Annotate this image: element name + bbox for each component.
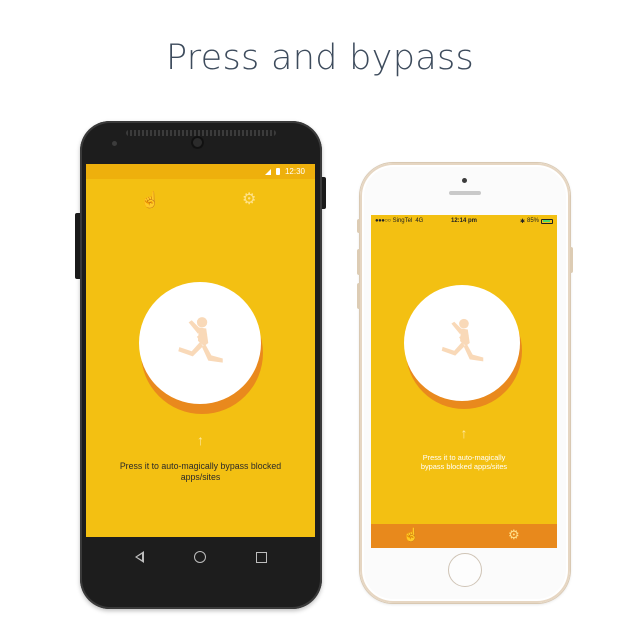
signal-icon [264, 168, 271, 175]
earpiece-speaker [449, 191, 481, 195]
gear-icon[interactable]: ⚙ [242, 189, 256, 209]
jumping-person-icon [441, 318, 484, 362]
gear-icon[interactable]: ⚙ [508, 527, 520, 543]
up-arrow-icon: ↑ [197, 432, 204, 448]
android-phone: 12:30 ☝ ⚙ ↑ Press it to auto-magically b… [75, 121, 326, 609]
status-time: 12:30 [284, 167, 305, 176]
page-headline: Press and bypass [165, 38, 475, 78]
hint-text: Press it to auto-magically bypass blocke… [420, 453, 508, 472]
up-arrow-icon: ↑ [460, 425, 468, 441]
front-camera [462, 178, 467, 183]
mute-switch [357, 219, 360, 233]
iphone-tab-bar: ☝ ⚙ [371, 524, 557, 548]
power-button [322, 177, 326, 209]
android-screen: 12:30 ☝ ⚙ ↑ Press it to auto-magically b… [86, 164, 315, 537]
jumping-person-icon [178, 317, 223, 363]
volume-down-button [357, 283, 360, 309]
bypass-button[interactable] [404, 285, 524, 409]
iphone-screen: ●●●○○ SingTel 4G 12:14 pm ✱ 85% ↑ Press … [371, 215, 557, 548]
proximity-sensor [112, 141, 117, 146]
iphone-status-bar: ●●●○○ SingTel 4G 12:14 pm ✱ 85% [371, 215, 557, 227]
android-nav-bar [80, 537, 322, 577]
android-tab-bar: ☝ ⚙ [86, 186, 315, 216]
battery-icon [275, 168, 280, 175]
bypass-button[interactable] [139, 282, 265, 414]
back-icon[interactable] [135, 551, 144, 563]
status-time: 12:14 pm [450, 218, 477, 224]
home-icon[interactable] [194, 551, 206, 563]
hand-tap-icon[interactable]: ☝ [403, 527, 419, 543]
recents-icon[interactable] [256, 551, 267, 563]
home-button[interactable] [448, 553, 482, 587]
hint-text: Press it to auto-magically bypass blocke… [119, 461, 282, 482]
volume-button [75, 213, 80, 279]
volume-up-button [357, 249, 360, 275]
front-camera [191, 136, 204, 149]
android-status-bar: 12:30 [86, 164, 315, 179]
iphone: ●●●○○ SingTel 4G 12:14 pm ✱ 85% ↑ Press … [357, 163, 573, 603]
power-button [570, 247, 573, 273]
earpiece-speaker [126, 130, 276, 136]
hand-tap-icon[interactable]: ☝ [140, 190, 160, 210]
